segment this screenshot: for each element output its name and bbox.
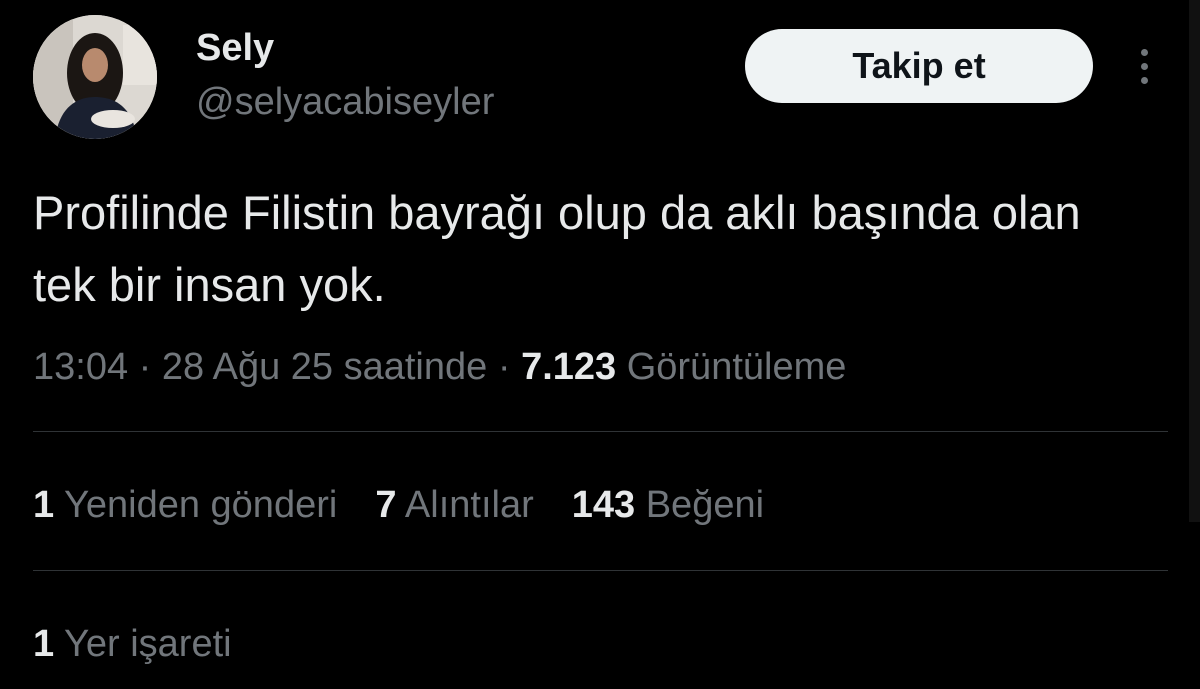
- divider: [33, 570, 1168, 571]
- follow-button[interactable]: Takip et: [745, 29, 1093, 103]
- meta-separator: ·: [487, 346, 522, 388]
- bookmarks-count: 1: [33, 623, 55, 665]
- reposts-label: Yeniden gönderi: [54, 484, 338, 526]
- likes-count: 143: [571, 484, 636, 526]
- more-vertical-icon-dot: [1140, 76, 1148, 84]
- reposts-count: 1: [33, 484, 55, 526]
- engagement-stats: 1 Yeniden gönderi 7 Alıntılar 143 Beğeni: [33, 480, 802, 530]
- more-vertical-icon-dot: [1140, 62, 1148, 70]
- bookmarks-label: Yer işareti: [54, 623, 232, 665]
- tweet-meta: 13:04 · 28 Ağu 25 saatinde · 7.123 Görün…: [33, 343, 846, 391]
- bookmarks-stat[interactable]: 1 Yer işareti: [33, 619, 232, 669]
- tweet-text: Profilinde Filistin bayrağı olup da aklı…: [33, 186, 1081, 311]
- author-handle[interactable]: @selyacabiseyler: [196, 80, 494, 124]
- scrollbar[interactable]: [1189, 0, 1200, 522]
- reposts-stat[interactable]: 1 Yeniden gönderi: [33, 480, 337, 530]
- author-display-name[interactable]: Sely: [196, 26, 274, 70]
- divider: [33, 431, 1168, 432]
- views-count: 7.123: [521, 346, 617, 388]
- likes-stat[interactable]: 143 Beğeni: [572, 480, 764, 530]
- avatar[interactable]: [33, 15, 157, 139]
- views-label: Görüntüleme: [616, 346, 847, 388]
- quotes-stat[interactable]: 7 Alıntılar: [375, 480, 533, 530]
- more-vertical-icon: [1140, 48, 1148, 56]
- more-options-button[interactable]: [1124, 40, 1164, 92]
- meta-separator: ·: [128, 346, 162, 388]
- tweet-date[interactable]: 28 Ağu 25 saatinde: [162, 346, 487, 388]
- quotes-count: 7: [375, 484, 397, 526]
- quotes-label: Alıntılar: [396, 484, 534, 526]
- likes-label: Beğeni: [635, 484, 765, 526]
- user-avatar-photo-icon: [33, 15, 157, 139]
- tweet-time[interactable]: 13:04: [33, 346, 128, 388]
